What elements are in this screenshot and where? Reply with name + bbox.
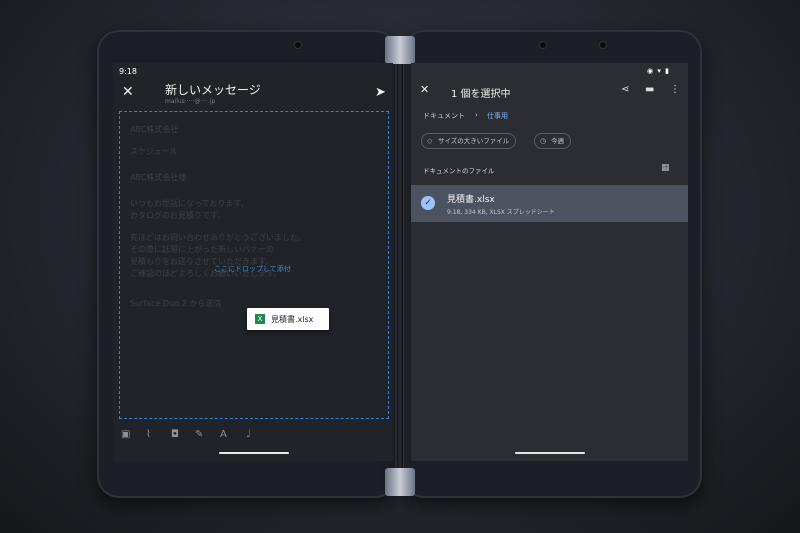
sensor bbox=[600, 42, 606, 48]
more-icon[interactable]: ⋮ bbox=[670, 84, 680, 95]
draft-line: 先ほどはお問い合わせありがとうございました。 bbox=[130, 233, 306, 242]
hinge-spine bbox=[397, 60, 403, 470]
mic-icon[interactable]: ♩ bbox=[246, 429, 251, 440]
format-text-icon[interactable]: A bbox=[220, 429, 227, 440]
status-icons: ◉ ▾ ▮ bbox=[647, 67, 670, 75]
check-icon[interactable]: ✓ bbox=[421, 196, 435, 210]
front-camera bbox=[540, 42, 546, 48]
hinge-top bbox=[385, 36, 415, 64]
grid-view-icon[interactable]: ▦ bbox=[661, 163, 670, 173]
hinge-bottom bbox=[385, 468, 415, 496]
front-camera bbox=[295, 42, 301, 48]
draft-line: スケジュール bbox=[130, 147, 178, 156]
close-icon[interactable]: ✕ bbox=[420, 83, 429, 97]
compose-screen: 9:18 ✕ 新しいメッセージ mailus·····@····.jp ➤ AB… bbox=[113, 63, 393, 461]
breadcrumb-current[interactable]: 仕事用 bbox=[487, 111, 508, 121]
filter-chip-this-week[interactable]: ◷ 今週 bbox=[534, 133, 571, 149]
section-title: ドキュメントのファイル bbox=[423, 167, 495, 175]
draft-line: Surface Duo 2 から送信 bbox=[130, 299, 222, 308]
dragged-file-name: 見積書.xlsx bbox=[271, 315, 314, 324]
home-indicator[interactable] bbox=[219, 452, 289, 454]
file-picker-screen: ◉ ▾ ▮ ✕ 1 個を選択中 ⋖ ▬ ⋮ ドキュメント › 仕事用 ◇ サイズ… bbox=[411, 63, 688, 461]
send-icon[interactable]: ➤ bbox=[375, 85, 386, 100]
compose-toolbar: ▣ ⌇ ◘ ✎ A ♩ bbox=[113, 429, 393, 445]
tag-icon: ◇ bbox=[427, 137, 433, 145]
dragged-file-chip[interactable]: X 見積書.xlsx bbox=[247, 308, 329, 330]
draft-line: いつもお世話になっております。 bbox=[130, 199, 249, 208]
file-meta: 9:18, 334 KB, XLSX スプレッドシート bbox=[447, 209, 555, 216]
drop-hint: ここにドロップして添付 bbox=[214, 265, 291, 273]
template-icon[interactable]: ▣ bbox=[121, 429, 130, 440]
close-icon[interactable]: ✕ bbox=[122, 85, 134, 99]
filter-chip-label: サイズの大きいファイル bbox=[438, 137, 510, 145]
file-name: 見積書.xlsx bbox=[447, 195, 495, 205]
draft-line: カタログのお見積りです。 bbox=[130, 211, 226, 220]
share-icon[interactable]: ⋖ bbox=[621, 84, 629, 95]
compose-from: mailus·····@····.jp bbox=[165, 98, 216, 105]
excel-icon: X bbox=[255, 314, 265, 324]
selection-title: 1 個を選択中 bbox=[451, 89, 511, 100]
breadcrumb-root[interactable]: ドキュメント bbox=[423, 111, 465, 121]
draw-icon[interactable]: ✎ bbox=[195, 429, 203, 440]
attach-icon[interactable]: ⌇ bbox=[146, 429, 151, 440]
compose-title: 新しいメッセージ bbox=[165, 83, 261, 97]
camera-icon[interactable]: ◘ bbox=[171, 429, 179, 440]
history-icon: ◷ bbox=[540, 137, 547, 145]
status-time: 9:18 bbox=[119, 67, 137, 76]
file-row-selected[interactable]: ✓ 見積書.xlsx 9:18, 334 KB, XLSX スプレッドシート bbox=[411, 185, 688, 222]
draft-line: ABC株式会社様 bbox=[130, 173, 187, 182]
chevron-right-icon: › bbox=[475, 111, 478, 119]
trash-icon[interactable]: ▬ bbox=[645, 84, 654, 95]
filter-chip-label: 今週 bbox=[551, 137, 564, 145]
home-indicator[interactable] bbox=[515, 452, 585, 454]
draft-line: その際に話題に上がった新しいバナーの bbox=[130, 245, 274, 254]
draft-line: ABC株式会社 bbox=[130, 125, 179, 134]
filter-chip-large-files[interactable]: ◇ サイズの大きいファイル bbox=[421, 133, 517, 149]
